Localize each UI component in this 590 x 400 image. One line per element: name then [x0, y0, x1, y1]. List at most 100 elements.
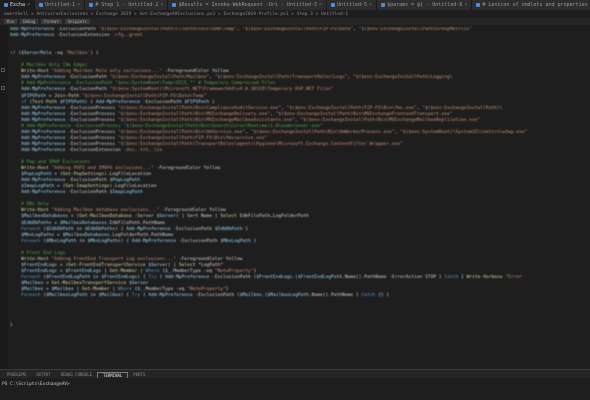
code-token: -ExclusionProcess: [65, 129, 118, 135]
toolbar-button-1[interactable]: Debug: [20, 19, 39, 24]
tab-0[interactable]: Excha ×: [0, 0, 36, 10]
code-token: $Mailbox: [239, 293, 262, 299]
tab-1[interactable]: Untitled-1 ×: [35, 0, 86, 10]
code-token: Add-MpPreference: [21, 105, 66, 111]
code-token: .EdbFilePath.PathName: [106, 220, 165, 226]
code-token: -ExclusionPath: [65, 75, 110, 81]
close-icon[interactable]: ×: [369, 2, 372, 8]
code-token: 'Mailbox': [65, 51, 91, 57]
code-token: Add-MpPreference: [131, 238, 177, 244]
code-token: # DBs Only: [10, 202, 49, 208]
code-token: ) {: [84, 99, 96, 105]
code-token: ) |: [167, 262, 179, 268]
code-token: Add-MpPreference: [21, 111, 66, 117]
code-token: $FrontEndLogs: [21, 268, 58, 274]
tab-5[interactable]: $params = @{ - Untitled-8 ×: [377, 0, 473, 10]
fold-icon[interactable]: [1, 86, 5, 90]
code-token: Add-MpPreference: [10, 27, 55, 32]
close-icon[interactable]: ×: [77, 2, 80, 8]
toolbar-button-0[interactable]: Run: [4, 19, 18, 24]
code-token: Add-MpPreference: [165, 274, 210, 280]
line-gutter: [0, 25, 8, 369]
code-token: Try: [131, 293, 141, 299]
code-editor[interactable]: Add-MpPreference -ExclusionPath "$($env:…: [10, 27, 588, 367]
fold-icon[interactable]: [1, 68, 5, 72]
code-token: $FIPSPath: [59, 99, 85, 105]
code-token: $MailboxDatabases: [59, 220, 107, 226]
code-token: -ForegroundColor Yellow: [162, 69, 229, 75]
code-token: $FIPSPath: [184, 99, 210, 105]
code-token: -ForegroundColor Yellow: [153, 166, 221, 172]
tab-4[interactable]: Untitled-5 ×: [326, 0, 378, 10]
code-token: "$($env:ExchangeInstallPath)ClientAccess…: [98, 27, 237, 32]
code-token: Add-MpPreference: [95, 99, 141, 105]
code-token: -ExclusionProcess: [65, 111, 118, 117]
code-token: = (: [51, 172, 63, 178]
code-token: -ExclusionPath: [140, 99, 185, 105]
code-token: Write-Host: [21, 208, 49, 214]
code-token: # Mailbox Only (No Edge): [10, 63, 88, 69]
code-token: Add-MpPreference: [21, 190, 66, 196]
toolbar-button-3[interactable]: Snippets: [64, 19, 90, 24]
code-token: -ExclusionPath (: [209, 274, 257, 280]
code-token: "Adding Mailbox database exclusions...": [51, 208, 160, 214]
close-icon[interactable]: ×: [464, 2, 467, 8]
code-token: -ExclusionPath: [170, 226, 215, 232]
code-token: Foreach: [21, 226, 41, 232]
code-token: Write-Host: [21, 256, 49, 262]
code-token: Write-Verbose: [466, 274, 503, 280]
code-token: $Mailbox: [98, 293, 121, 299]
code-token: $Server: [156, 214, 177, 220]
tab-6[interactable]: # Lexicon of cmdlets and properties - Un…: [472, 0, 590, 10]
code-token: # Add-MpPreference -ExclusionProcess "$(…: [21, 123, 323, 129]
close-icon[interactable]: ×: [160, 2, 163, 8]
code-token: -ExclusionPath: [65, 178, 110, 184]
code-token: =: [54, 232, 63, 238]
tab-label: Untitled-5: [336, 2, 368, 8]
code-token: }: [250, 238, 257, 244]
code-token: Foreach: [21, 274, 41, 280]
close-icon[interactable]: ×: [27, 2, 30, 8]
tab-3[interactable]: $Results = Invoke-WebRequest -Uri - Unti…: [168, 0, 327, 10]
code-token: "$($env:ExchangeInstallPath)Bin\Complian…: [117, 105, 282, 111]
code-token: ) {: [137, 274, 149, 280]
code-token: =: [43, 287, 52, 293]
code-token: Add-MpPreference: [148, 293, 193, 299]
code-token: $EdbDbPath: [46, 226, 74, 232]
code-token: -Server: [131, 214, 157, 220]
code-token: Get-MailboxTransportService: [51, 280, 127, 286]
code-token: }: [209, 99, 215, 105]
code-token: Get-PopSettings: [62, 172, 105, 178]
code-token: $MailboxLogPath: [46, 293, 88, 299]
terminal[interactable]: PS C:\Scripts\ExchangeAV>: [0, 378, 590, 400]
tab-2[interactable]: # Step 1 - Untitled-2 ×: [85, 0, 169, 10]
powershell-file-icon: [89, 3, 94, 7]
tab-label: Excha: [10, 2, 26, 8]
code-token: "$($env:ExchangeInstallPath)Bin\UmServic…: [117, 129, 246, 135]
code-token: "$($env:ExchangeInstallPath)Bin\UmWorker…: [250, 129, 395, 135]
code-token: Add-MpPreference: [21, 117, 66, 123]
code-token: Select: [220, 214, 237, 220]
code-token: .Name)).PathName -ErrorAction STOP }: [342, 274, 445, 280]
code-token: Add-MpPreference: [21, 135, 66, 141]
code-token: $ImapLogPath: [21, 184, 55, 190]
code-token: # Pop and IMAP Exclusions: [10, 160, 91, 166]
close-icon[interactable]: ×: [319, 2, 322, 8]
code-token: ) |: [176, 214, 188, 220]
code-token: Where: [145, 268, 160, 274]
breadcrumb[interactable]: owershell > AntivirusExclusions > Exchan…: [0, 10, 590, 18]
code-token: Write-Host: [21, 166, 49, 172]
code-token: EdbFilePath,LogFolderPath: [236, 214, 309, 220]
code-token: "$($env:ExchangeInstallPath)TransportRol…: [117, 141, 403, 147]
code-token: $ImapLogPath: [109, 190, 143, 196]
code-token: "$($env:ExchangeInstallPath)FIP-FS\Bin\f…: [286, 105, 417, 111]
code-token: Add-MpPreference: [21, 87, 66, 93]
toolbar-button-2[interactable]: Format: [41, 19, 62, 24]
